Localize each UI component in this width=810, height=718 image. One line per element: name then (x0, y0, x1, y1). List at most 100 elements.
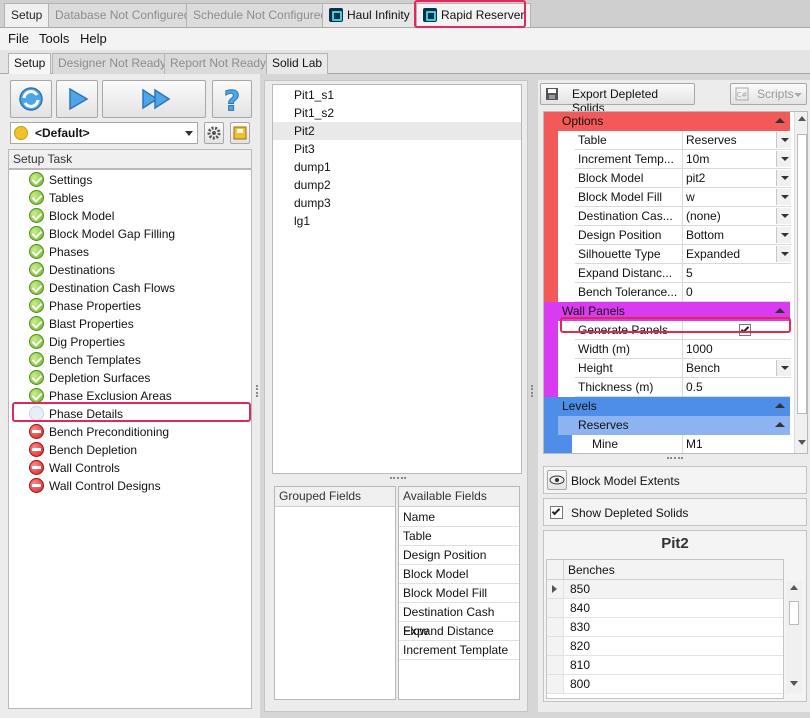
bench-row[interactable]: 810 (563, 656, 783, 675)
profile-settings-button[interactable] (204, 122, 224, 144)
chevron-up-icon[interactable] (775, 118, 785, 123)
row-header[interactable] (547, 675, 563, 694)
right-h-splitter[interactable] (667, 457, 683, 459)
show-depleted-solids-checkbox[interactable] (550, 506, 563, 519)
dropdown-arrow-icon[interactable] (776, 132, 791, 148)
available-field-item[interactable]: Block Model Fill (399, 584, 519, 603)
property-value[interactable] (683, 321, 791, 340)
phase-list-item[interactable]: dump2 (273, 176, 521, 194)
run-all-button[interactable] (102, 80, 206, 118)
menu-file[interactable]: File (8, 31, 29, 46)
available-field-item[interactable]: Table (399, 527, 519, 546)
dropdown-arrow-icon[interactable] (776, 227, 791, 243)
show-depleted-solids-label: Show Depleted Solids (571, 506, 689, 520)
property-value[interactable]: pit2 (683, 169, 791, 188)
profile-save-button[interactable] (230, 122, 250, 144)
category-strip (544, 264, 558, 283)
subtab-solid-lab[interactable]: Solid Lab (266, 53, 329, 74)
tab-rapid-reserver[interactable]: Rapid Reserver (416, 3, 532, 27)
dropdown-arrow-icon[interactable] (776, 208, 791, 224)
bench-row[interactable]: 850 (563, 580, 783, 599)
tab-setup[interactable]: Setup (4, 3, 50, 27)
scroll-down-icon[interactable] (790, 681, 798, 686)
middle-splitter[interactable] (390, 477, 406, 479)
phase-list-item[interactable]: Pit1_s2 (273, 104, 521, 122)
property-value[interactable]: (none) (683, 207, 791, 226)
available-field-item[interactable]: Expand Distance (399, 622, 519, 641)
property-value[interactable]: M1 (683, 435, 791, 453)
property-value[interactable]: Bench (683, 359, 791, 378)
property-name: Design Position (575, 226, 683, 245)
property-value[interactable]: 5 (683, 264, 791, 283)
row-header[interactable] (547, 656, 563, 675)
available-field-item[interactable]: Destination Cash Flow (399, 603, 519, 638)
property-value[interactable]: 10m (683, 150, 791, 169)
property-grid-scrollbar[interactable] (794, 112, 807, 453)
phase-list-item[interactable]: Pit3 (273, 140, 521, 158)
property-value[interactable]: 0.5 (683, 378, 791, 397)
tab-haul-infinity[interactable]: Haul Infinity (322, 3, 417, 27)
available-field-item[interactable]: Name (399, 508, 519, 527)
chevron-up-icon[interactable] (775, 422, 785, 427)
chevron-up-icon[interactable] (775, 403, 785, 408)
generate-panels-checkbox[interactable] (739, 324, 751, 336)
tab-schedule[interactable]: Schedule Not Configured (186, 3, 335, 27)
phase-list-item[interactable]: Pit1_s1 (273, 86, 521, 104)
bench-row[interactable]: 830 (563, 618, 783, 637)
property-value[interactable]: 0 (683, 283, 791, 302)
row-header[interactable] (547, 580, 563, 599)
bench-row[interactable]: 800 (563, 675, 783, 694)
profile-select[interactable]: <Default> (10, 122, 198, 144)
tab-database[interactable]: Database Not Configured (48, 3, 198, 27)
scroll-thumb[interactable] (789, 601, 799, 625)
scripts-button[interactable]: C# Scripts (730, 83, 807, 105)
run-button[interactable] (56, 80, 98, 118)
subtab-report[interactable]: Report Not Ready (164, 53, 273, 74)
dropdown-arrow-icon[interactable] (776, 246, 791, 262)
phase-list-item[interactable]: dump1 (273, 158, 521, 176)
check-circle-icon (29, 172, 44, 187)
phase-list-item[interactable]: dump3 (273, 194, 521, 212)
bench-row[interactable]: 840 (563, 599, 783, 618)
eye-toggle-button[interactable] (547, 470, 567, 490)
property-value[interactable]: Reserves (683, 131, 791, 150)
left-splitter[interactable] (256, 385, 260, 397)
scroll-up-icon[interactable] (798, 116, 806, 121)
phase-list-item[interactable]: Pit2 (273, 122, 521, 140)
dropdown-arrow-icon[interactable] (776, 170, 791, 186)
export-depleted-solids-button[interactable]: Export Depleted Solids (540, 83, 695, 115)
scroll-up-icon[interactable] (790, 585, 798, 590)
phase-list-item[interactable]: lg1 (273, 212, 521, 230)
levels-section[interactable]: Levels (544, 397, 790, 416)
available-field-item[interactable]: Block Model (399, 565, 519, 584)
row-header[interactable] (547, 599, 563, 618)
benches-scrollbar[interactable] (786, 581, 802, 693)
row-header[interactable] (547, 637, 563, 656)
subtab-designer[interactable]: Designer Not Ready (52, 53, 173, 74)
grouped-fields-header: Grouped Fields (275, 487, 395, 507)
menu-help[interactable]: Help (80, 31, 107, 46)
chevron-up-icon[interactable] (775, 308, 785, 313)
options-section[interactable]: Options (544, 112, 790, 131)
available-field-item[interactable]: Design Position (399, 546, 519, 565)
dropdown-arrow-icon[interactable] (776, 151, 791, 167)
property-value[interactable]: w (683, 188, 791, 207)
menu-tools[interactable]: Tools (39, 31, 69, 46)
refresh-button[interactable] (10, 80, 52, 118)
available-field-item[interactable]: Increment Template (399, 641, 519, 660)
scroll-thumb[interactable] (797, 134, 807, 414)
property-value[interactable]: Expanded (683, 245, 791, 264)
dropdown-arrow-icon[interactable] (776, 360, 791, 376)
row-header[interactable] (547, 618, 563, 637)
subtab-setup[interactable]: Setup (8, 53, 52, 74)
property-value[interactable]: Bottom (683, 226, 791, 245)
right-splitter[interactable] (531, 385, 535, 397)
property-name: Mine (589, 435, 683, 453)
property-value[interactable]: 1000 (683, 340, 791, 359)
dropdown-arrow-icon[interactable] (776, 189, 791, 205)
bench-row[interactable]: 820 (563, 637, 783, 656)
help-button[interactable]: ? (212, 80, 252, 118)
wall-panels-section[interactable]: Wall Panels (544, 302, 790, 321)
scroll-down-icon[interactable] (798, 440, 806, 445)
reserves-subsection[interactable]: Reserves (558, 416, 790, 435)
